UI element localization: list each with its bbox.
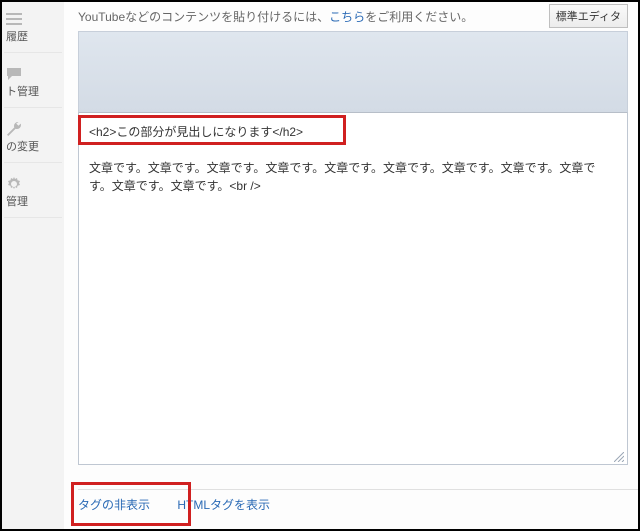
editor-container: <h2>この部分が見出しになります</h2> 文章です。文章です。文章です。文章… (78, 113, 628, 465)
sidebar: 履歴 ト管理 の変更 (2, 2, 65, 529)
main-area: YouTubeなどのコンテンツを貼り付けるには、こちらをご利用ください。 標準エ… (64, 2, 638, 529)
hint-link[interactable]: こちら (329, 10, 365, 24)
editor-line: <h2>この部分が見出しになります</h2> (89, 125, 303, 139)
sidebar-item-label: 履歴 (6, 31, 28, 43)
html-editor[interactable]: <h2>この部分が見出しになります</h2> 文章です。文章です。文章です。文章… (79, 113, 627, 464)
sidebar-item-change[interactable]: の変更 (2, 112, 64, 158)
sidebar-item-history[interactable]: 履歴 (2, 2, 64, 48)
editor-toolbar (78, 31, 628, 113)
editor-line: 文章です。文章です。文章です。文章です。文章です。文章です。文章です。文章です。… (89, 161, 595, 193)
gear-icon (6, 177, 22, 191)
sidebar-item-label: ト管理 (6, 86, 39, 98)
wrench-icon (6, 122, 22, 136)
sidebar-item-settings[interactable]: 管理 (2, 167, 64, 213)
list-icon (6, 12, 22, 26)
hint-suffix: をご利用ください。 (365, 10, 473, 24)
editor-mode-button[interactable]: 標準エディタ (549, 4, 628, 28)
hide-tags-link[interactable]: タグの非表示 (78, 498, 150, 512)
footer-links: タグの非表示 HTMLタグを表示 (78, 489, 638, 513)
hint-prefix: YouTubeなどのコンテンツを貼り付けるには、 (78, 10, 329, 24)
sidebar-item-label: 管理 (6, 196, 28, 208)
sidebar-item-manage[interactable]: ト管理 (2, 57, 64, 103)
sidebar-item-label: の変更 (6, 141, 39, 153)
show-html-link[interactable]: HTMLタグを表示 (177, 498, 270, 512)
speech-icon (6, 67, 22, 81)
